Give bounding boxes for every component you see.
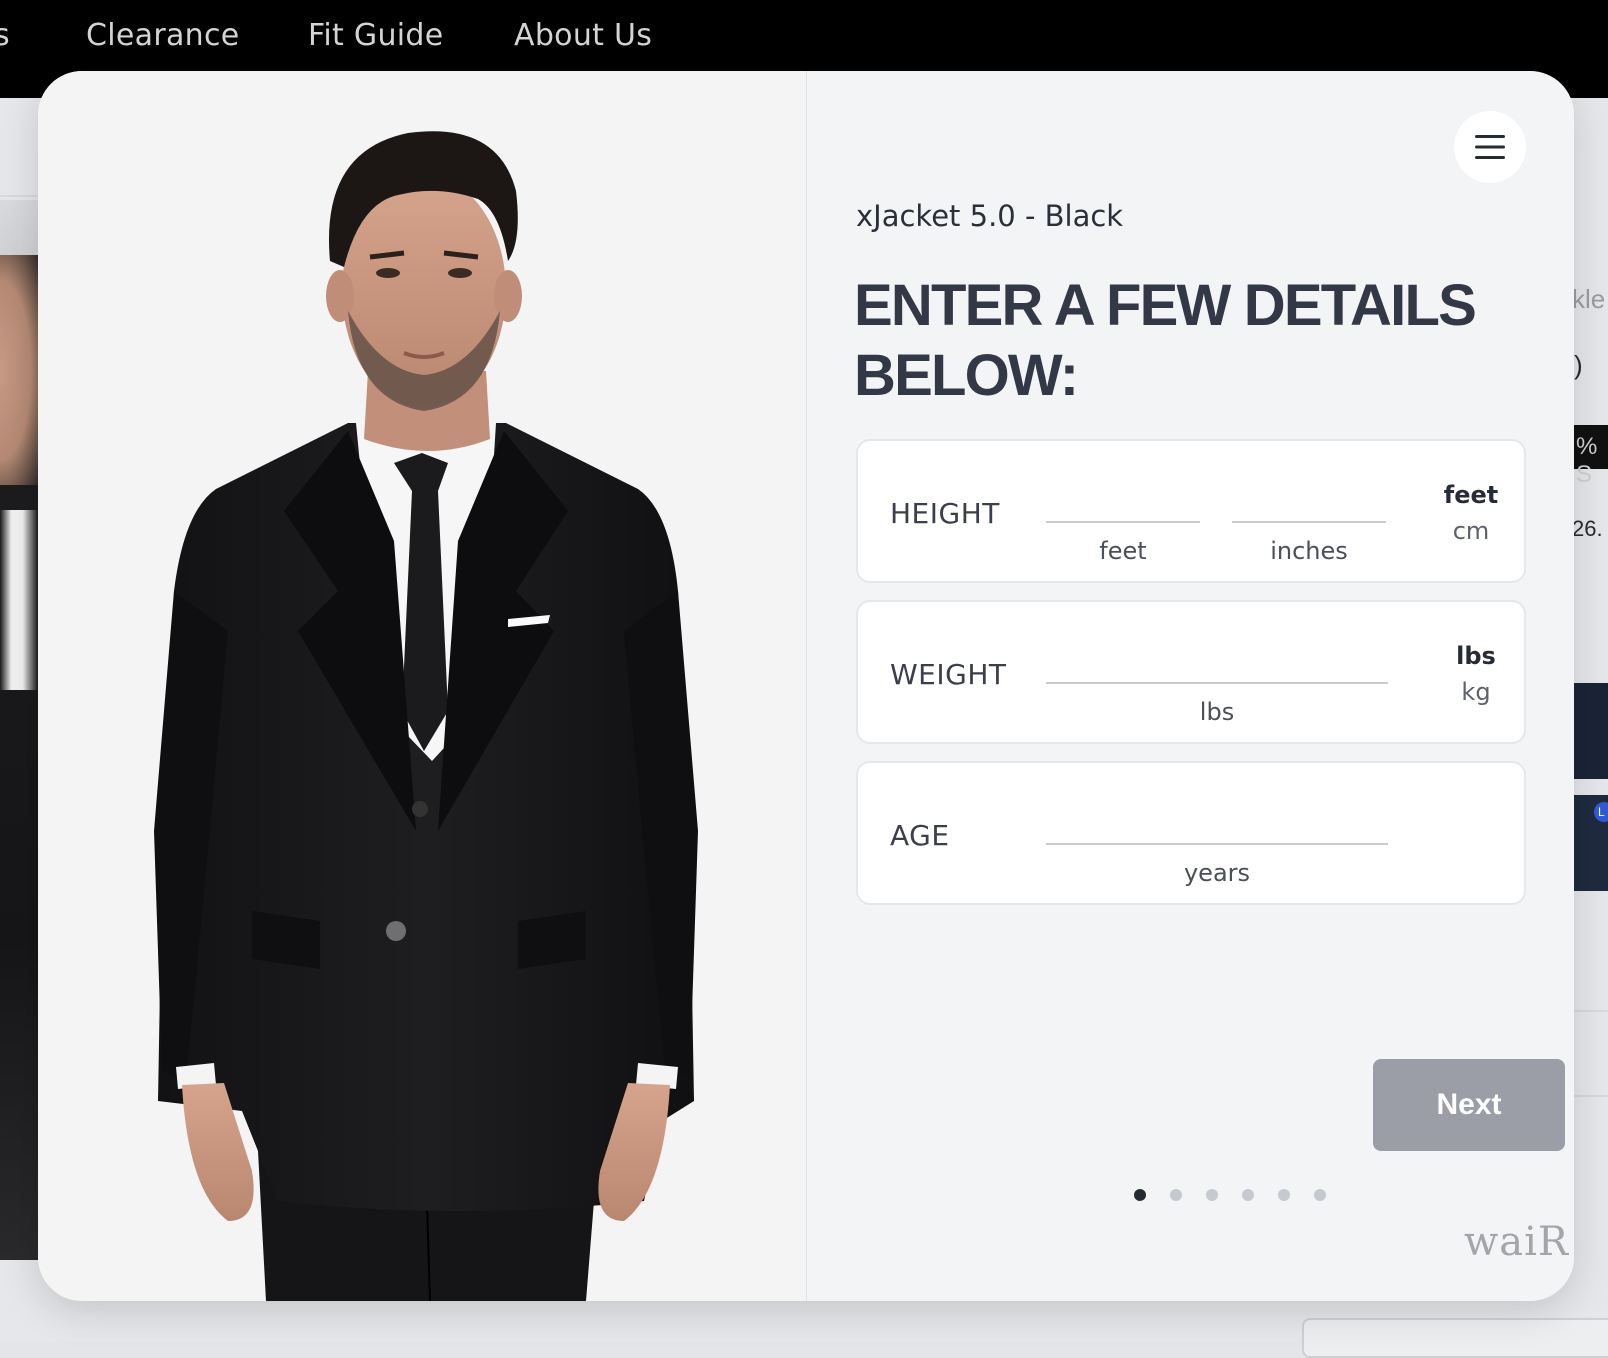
- menu-button[interactable]: [1454, 111, 1526, 183]
- background-model-shirt: [0, 510, 38, 690]
- page-title: ENTER A FEW DETAILS BELOW:: [854, 271, 1494, 411]
- progress-dot-6[interactable]: [1314, 1189, 1326, 1201]
- nav-item-clearance[interactable]: Clearance: [86, 18, 240, 53]
- background-product-text: ): [1574, 350, 1583, 380]
- progress-dot-2[interactable]: [1170, 1189, 1182, 1201]
- height-feet-input[interactable]: [1046, 489, 1200, 523]
- weight-field-card: WEIGHT lbs lbs kg: [856, 600, 1526, 744]
- age-field-card: AGE years: [856, 761, 1526, 905]
- size-finder-form: xJacket 5.0 - Black ENTER A FEW DETAILS …: [808, 71, 1574, 1301]
- background-card: [1302, 1318, 1608, 1358]
- background-sale-badge: % S: [1572, 425, 1608, 488]
- page-title-line: BELOW:: [854, 343, 1079, 408]
- weight-label: WEIGHT: [890, 658, 1007, 691]
- next-button[interactable]: Next: [1373, 1059, 1565, 1151]
- nav-item-partial[interactable]: s: [0, 18, 10, 53]
- wair-logo: waiR: [1464, 1219, 1569, 1265]
- size-finder-modal: xJacket 5.0 - Black ENTER A FEW DETAILS …: [38, 71, 1574, 1301]
- background-product-text: kle: [1572, 284, 1606, 314]
- weight-unit-kg[interactable]: kg: [1446, 678, 1506, 706]
- suit-model-illustration: [154, 131, 698, 1301]
- page-title-line: ENTER A FEW DETAILS: [854, 273, 1477, 338]
- height-inches-input[interactable]: [1232, 489, 1386, 523]
- background-price-text: 26.: [1572, 516, 1603, 541]
- background-divider: [0, 195, 40, 197]
- height-inches-caption: inches: [1270, 537, 1348, 565]
- nav-item-about-us[interactable]: About Us: [514, 18, 652, 53]
- background-swatch-badge: L: [1594, 802, 1608, 822]
- hamburger-menu-icon: [1475, 135, 1505, 159]
- height-unit-feet[interactable]: feet: [1436, 481, 1506, 509]
- height-feet-caption: feet: [1099, 537, 1147, 565]
- weight-unit-lbs[interactable]: lbs: [1446, 642, 1506, 670]
- background-model-face: [0, 255, 40, 485]
- product-model-photo: [38, 71, 807, 1301]
- age-input[interactable]: [1046, 811, 1388, 845]
- progress-dot-3[interactable]: [1206, 1189, 1218, 1201]
- progress-dot-4[interactable]: [1242, 1189, 1254, 1201]
- height-field-card: HEIGHT feet inches feet cm: [856, 439, 1526, 583]
- nav-item-fit-guide[interactable]: Fit Guide: [308, 18, 444, 53]
- background-divider: [1574, 1010, 1608, 1012]
- weight-caption: lbs: [1199, 698, 1235, 726]
- background-thumbnail[interactable]: [1574, 683, 1608, 779]
- background-divider: [1574, 1095, 1608, 1097]
- height-unit-cm[interactable]: cm: [1436, 517, 1506, 545]
- product-name: xJacket 5.0 - Black: [856, 199, 1124, 233]
- age-label: AGE: [890, 819, 950, 852]
- weight-input[interactable]: [1046, 650, 1388, 684]
- age-caption: years: [1183, 859, 1251, 887]
- progress-dot-5[interactable]: [1278, 1189, 1290, 1201]
- progress-dot-1[interactable]: [1134, 1189, 1146, 1201]
- height-label: HEIGHT: [890, 497, 1000, 530]
